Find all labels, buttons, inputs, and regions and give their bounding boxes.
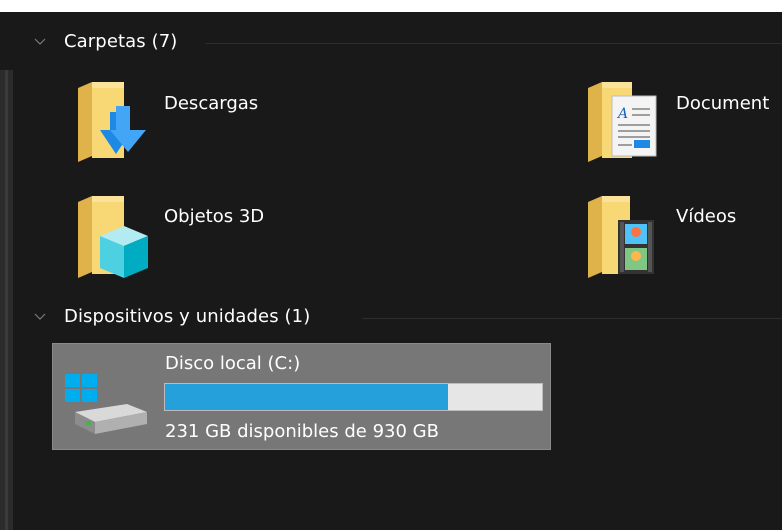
- section-header-folders[interactable]: Carpetas (7): [33, 31, 177, 52]
- folder-item-objetos-3d[interactable]: Objetos 3D: [60, 190, 360, 290]
- explorer-window: Carpetas (7) Descargas A Document Objeto…: [0, 0, 782, 530]
- local-disk-icon: [65, 374, 147, 434]
- section-title-folders: Carpetas (7): [64, 31, 178, 52]
- chevron-down-icon[interactable]: [33, 310, 47, 324]
- videos-folder-icon: [588, 196, 654, 278]
- folder-item-descargas[interactable]: Descargas: [60, 75, 360, 175]
- documents-folder-icon: A: [588, 82, 657, 162]
- top-strip: [0, 0, 782, 12]
- drive-usage-bar: [164, 383, 543, 411]
- 3d-objects-folder-icon: [78, 196, 148, 278]
- drive-usage-fill: [165, 384, 448, 410]
- drive-tile-c[interactable]: Disco local (C:) 231 GB disponibles de 9…: [52, 343, 551, 450]
- folder-label: Vídeos: [676, 206, 737, 227]
- navigation-pane-edge: [5, 70, 8, 530]
- folder-item-videos[interactable]: Vídeos: [570, 190, 782, 290]
- svg-text:A: A: [616, 106, 628, 122]
- section-header-devices[interactable]: Dispositivos y unidades (1): [33, 306, 310, 327]
- section-divider: [362, 318, 782, 319]
- left-pane-top: [0, 12, 13, 70]
- drive-title: Disco local (C:): [165, 353, 301, 374]
- section-title-devices: Dispositivos y unidades (1): [64, 306, 311, 327]
- folder-label: Descargas: [164, 93, 259, 114]
- downloads-folder-icon: [78, 82, 146, 162]
- drive-free-space: 231 GB disponibles de 930 GB: [165, 421, 439, 442]
- folder-item-documentos[interactable]: A Document: [570, 75, 782, 175]
- section-divider: [205, 43, 782, 44]
- folder-label: Objetos 3D: [164, 206, 265, 227]
- chevron-down-icon[interactable]: [33, 35, 47, 49]
- folder-label: Document: [676, 93, 770, 114]
